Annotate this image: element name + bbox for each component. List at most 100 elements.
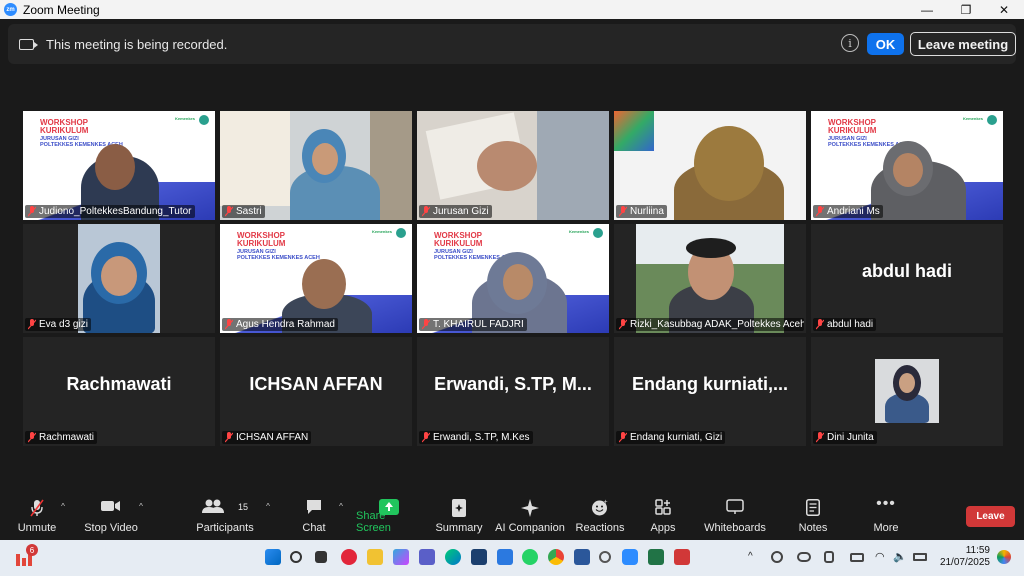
mic-tray-icon[interactable] [824,551,834,563]
chat-icon [307,500,321,514]
wifi-icon[interactable]: ◠ [875,550,885,563]
zoom-taskbar-icon[interactable] [622,549,638,565]
video-tile[interactable]: Rizki_Kasubbag ADAK_Poltekkes Aceh [614,224,806,333]
chat-button[interactable]: Chat [298,490,330,540]
video-tile[interactable]: Nurliina [614,111,806,220]
notification-badge: 6 [26,544,38,556]
opera-icon[interactable] [341,549,357,565]
muted-mic-icon [28,319,36,330]
pdf-reader-icon[interactable] [674,549,690,565]
muted-mic-icon [816,319,824,330]
app-icon[interactable] [599,551,611,563]
whiteboard-icon [726,499,744,514]
muted-mic-icon [816,432,824,443]
video-tile[interactable]: Dini Junita [811,337,1003,446]
excel-icon[interactable] [648,549,664,565]
muted-mic-icon [619,432,627,443]
search-icon[interactable] [290,551,302,563]
edge-icon[interactable] [445,549,461,565]
video-options-caret[interactable]: ^ [136,490,146,540]
audio-options-caret[interactable]: ^ [58,490,68,540]
video-tile[interactable]: Jurusan Gizi [417,111,609,220]
stop-video-button[interactable]: Stop Video [82,490,140,540]
whatsapp-icon[interactable] [522,549,538,565]
tray-icon[interactable] [771,551,783,563]
video-tile[interactable]: Erwandi, S.TP, M... Erwandi, S.TP, M.Kes [417,337,609,446]
muted-mic-icon [28,432,36,443]
notifications-icon[interactable] [997,550,1011,564]
battery-icon[interactable] [913,553,927,561]
clock-date: 21/07/2025 [939,557,990,568]
participants-icon [201,499,224,513]
muted-mic-icon [816,206,824,217]
chevron-up-icon: ^ [139,502,143,511]
info-icon[interactable]: i [841,34,859,52]
share-screen-button[interactable]: Share Screen [356,490,422,540]
chevron-up-icon: ^ [339,502,343,511]
meeting-toolbar: Unmute ^ Stop Video ^ 15 Participants ^ … [0,490,1024,540]
participants-button[interactable]: 15 Participants [194,490,256,540]
muted-mic-icon [28,206,36,217]
muted-mic-icon [225,432,233,443]
windows-taskbar: 6 ^ ◠ 🔈 11:59 21/07/2025 [0,540,1024,576]
video-tile[interactable]: Rachmawati Rachmawati [23,337,215,446]
video-tile[interactable]: WORKSHOP KURIKULUM JURUSAN GIZI POLTEKKES … [220,224,412,333]
copilot-icon[interactable] [393,549,409,565]
windows-start-icon[interactable] [265,549,281,565]
chat-options-caret[interactable]: ^ [336,490,346,540]
leave-meeting-button[interactable]: Leave meeting [910,32,1016,56]
word-icon[interactable] [574,549,590,565]
minimize-button[interactable]: — [909,0,945,19]
close-button[interactable]: ✕ [986,0,1022,19]
svg-text:+: + [604,499,608,506]
unmute-button[interactable]: Unmute [12,490,62,540]
chevron-up-icon[interactable]: ^ [748,551,753,562]
store-icon[interactable] [471,549,487,565]
participant-name-label: Rizki_Kasubbag ADAK_Poltekkes Aceh [616,318,804,331]
video-tile[interactable]: Eva d3 gizi [23,224,215,333]
chrome-icon[interactable] [548,549,564,565]
video-tile[interactable]: Sastri [220,111,412,220]
recording-text: This meeting is being recorded. [46,36,228,52]
participant-name-label: abdul hadi [813,318,877,331]
muted-mic-icon [422,206,430,217]
summary-button[interactable]: Summary [434,490,484,540]
leave-button[interactable]: Leave [966,506,1015,527]
teams-icon[interactable] [419,549,435,565]
participants-count: 15 [238,502,249,512]
window-titlebar: zm Zoom Meeting — ❐ ✕ [0,0,1024,19]
volume-icon[interactable]: 🔈 [893,550,907,563]
apps-button[interactable]: Apps [644,490,682,540]
ok-button[interactable]: OK [867,33,904,55]
file-explorer-icon[interactable] [367,549,383,565]
video-tile-active-speaker[interactable]: WORKSHOP KURIKULUM JURUSAN GIZI POLTEKKES … [417,224,609,333]
maximize-button[interactable]: ❐ [948,0,984,19]
whiteboards-button[interactable]: Whiteboards [700,490,770,540]
ai-companion-button[interactable]: AI Companion [494,490,566,540]
reactions-button[interactable]: + Reactions [574,490,626,540]
weather-widget-icon[interactable]: 6 [14,544,38,568]
participants-options-caret[interactable]: ^ [263,490,273,540]
muted-mic-icon [422,319,430,330]
participant-display-name: Endang kurniati,... [631,374,788,394]
video-tile[interactable]: Endang kurniati,... Endang kurniati, Giz… [614,337,806,446]
video-tile[interactable]: WORKSHOP KURIKULUM JURUSAN GIZI POLTEKKES … [811,111,1003,220]
more-button[interactable]: ••• More [866,490,906,540]
zoom-workplace-icon[interactable] [497,549,513,565]
keyboard-icon[interactable] [850,553,864,562]
task-view-icon[interactable] [315,551,327,563]
chevron-up-icon: ^ [61,502,65,511]
participant-display-name: Erwandi, S.TP, M... [434,374,592,394]
muted-mic-icon [619,206,627,217]
video-tile[interactable]: ICHSAN AFFAN ICHSAN AFFAN [220,337,412,446]
video-tile[interactable]: WORKSHOP KURIKULUM JURUSAN GIZI POLTEKKES … [23,111,215,220]
system-clock[interactable]: 11:59 21/07/2025 [940,545,990,569]
video-camera-icon [101,501,120,511]
cloud-icon[interactable] [797,552,811,562]
participant-display-name: abdul hadi [862,261,952,281]
video-tile[interactable]: abdul hadi abdul hadi [811,224,1003,333]
muted-mic-icon [422,432,430,443]
clock-time: 11:59 [965,545,990,556]
more-dots-icon: ••• [876,495,896,512]
notes-button[interactable]: Notes [792,490,834,540]
